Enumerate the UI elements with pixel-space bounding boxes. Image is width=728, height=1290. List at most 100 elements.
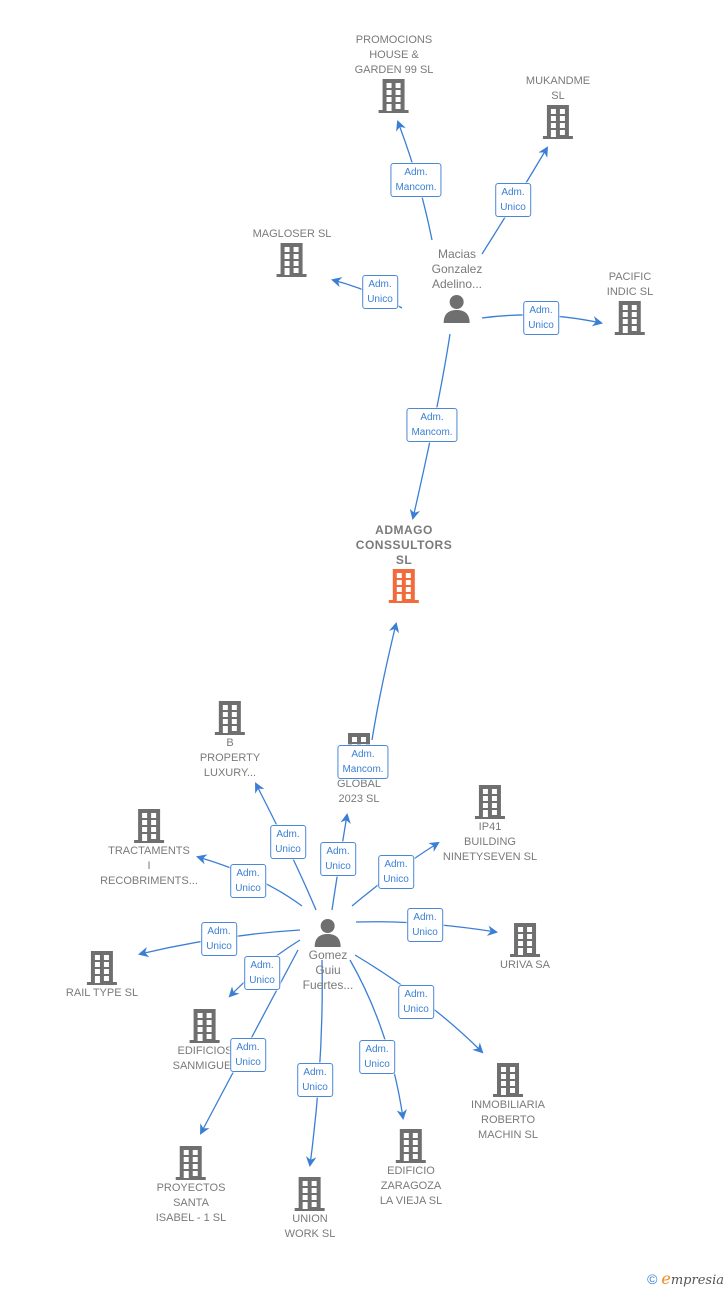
node-label-line: PACIFIC	[608, 271, 652, 283]
edge-label-union[interactable]: Adm. Unico	[297, 1063, 333, 1097]
node-label-line: WORK SL	[284, 1228, 336, 1240]
node-label: Macias Gonzalez Adelino...	[432, 247, 483, 292]
edge-label-global2023[interactable]: Adm. Unico	[320, 842, 356, 876]
node-label-line: EDIFICIOS	[177, 1045, 233, 1057]
node-label-line: EDIFICIO	[387, 1165, 435, 1177]
edge-label-pacific[interactable]: Adm. Unico	[523, 301, 559, 335]
company-node-zaragoza[interactable]: EDIFICIO ZARAGOZA LA VIEJA SL	[380, 1128, 442, 1209]
company-node-uriva[interactable]: URIVA SA	[500, 922, 550, 973]
edge-label-line: Unico	[403, 1004, 429, 1015]
company-node-bproperty[interactable]: B PROPERTY LUXURY...	[200, 700, 260, 781]
node-label-line: SL	[395, 553, 413, 567]
node-label-line: PROPERTY	[199, 752, 261, 764]
node-label: INMOBILIARIA ROBERTO MACHIN SL	[471, 1098, 545, 1143]
edge-label-line: Adm.	[303, 1067, 327, 1078]
person-node-gomez[interactable]: Gomez Guiu Fuertes...	[303, 916, 354, 993]
node-label-line: Macias	[437, 247, 477, 261]
building-icon	[66, 950, 138, 986]
company-node-pacific[interactable]: PACIFIC INDIC SL	[607, 270, 653, 336]
edge-label-edificios[interactable]: Adm. Unico	[244, 956, 280, 990]
node-label: PROYECTOS SANTA ISABEL - 1 SL	[156, 1181, 227, 1226]
edge-label-line: Unico	[325, 861, 351, 872]
company-node-ip41[interactable]: IP41 BUILDING NINETYSEVEN SL	[443, 784, 537, 865]
company-node-inmobiliaria[interactable]: INMOBILIARIA ROBERTO MACHIN SL	[471, 1062, 545, 1143]
node-label-line: Gomez	[308, 948, 348, 962]
edge-label-inmobiliaria[interactable]: Adm. Unico	[398, 985, 434, 1019]
node-label-line: MACHIN SL	[478, 1129, 538, 1141]
edge-label-line: Adm.	[250, 960, 274, 971]
company-node-edificios[interactable]: EDIFICIOS SANMIGUEL	[173, 1008, 238, 1074]
company-node-proyectos[interactable]: PROYECTOS SANTA ISABEL - 1 SL	[156, 1145, 227, 1226]
edge-label-admago[interactable]: Adm. Mancom.	[406, 408, 458, 442]
edge-label-magloser[interactable]: Adm. Unico	[362, 275, 398, 309]
edge-label-line: Unico	[206, 941, 232, 952]
edge-label-promocions[interactable]: Adm. Mancom.	[390, 163, 442, 197]
edge-label-admago[interactable]: Adm. Mancom.	[337, 745, 389, 779]
node-label-line: PROMOCIONS	[355, 34, 433, 46]
node-label-line: ZARAGOZA	[380, 1180, 442, 1192]
node-label-line: UNION	[292, 1213, 328, 1225]
building-icon	[380, 1128, 442, 1164]
person-icon	[303, 916, 354, 948]
node-label-line: I	[147, 860, 151, 872]
node-label: B PROPERTY LUXURY...	[200, 736, 260, 781]
edge-label-line: Adm.	[365, 1044, 389, 1055]
edge-label-line: Unico	[235, 883, 261, 894]
edge-label-mukandme[interactable]: Adm. Unico	[495, 183, 531, 217]
edge-label-line: Adm.	[420, 412, 444, 423]
node-label-line: URIVA SA	[500, 959, 550, 971]
edge-label-zaragoza[interactable]: Adm. Unico	[359, 1040, 395, 1074]
building-icon	[285, 1176, 336, 1212]
edge-label-line: Adm.	[404, 989, 428, 1000]
edge-label-ip41[interactable]: Adm. Unico	[378, 855, 414, 889]
node-label: PROMOCIONS HOUSE & GARDEN 99 SL	[355, 33, 434, 78]
building-icon	[607, 300, 653, 336]
node-label: MAGLOSER SL	[253, 227, 332, 242]
node-label-line: SL	[551, 90, 565, 102]
node-label-line: IP41	[478, 821, 502, 833]
node-label-line: PROYECTOS	[156, 1182, 226, 1194]
node-label: UNION WORK SL	[285, 1212, 336, 1242]
edge-label-line: Adm.	[236, 868, 260, 879]
edge-label-line: Unico	[235, 1057, 261, 1068]
footer-brand[interactable]: © empresia	[647, 1269, 724, 1288]
company-node-admago[interactable]: ADMAGO CONSSULTORS SL	[356, 523, 452, 604]
edge-label-line: Unico	[364, 1059, 390, 1070]
building-icon	[471, 1062, 545, 1098]
node-label: EDIFICIOS SANMIGUEL	[173, 1044, 238, 1074]
edge-label-tractaments[interactable]: Adm. Unico	[230, 864, 266, 898]
edge-label-uriva[interactable]: Adm. Unico	[407, 908, 443, 942]
edge-label-line: Adm.	[501, 187, 525, 198]
edge-label-proyectos[interactable]: Adm. Unico	[230, 1038, 266, 1072]
edge-label-line: Mancom.	[342, 764, 384, 775]
edge-label-line: Adm.	[351, 749, 375, 760]
node-label-line: GARDEN 99 SL	[354, 64, 434, 76]
node-label: Gomez Guiu Fuertes...	[303, 948, 354, 993]
node-label-line: RAIL TYPE SL	[65, 987, 139, 999]
edge-label-line: Unico	[275, 844, 301, 855]
person-node-macias[interactable]: Macias Gonzalez Adelino...	[432, 247, 483, 324]
company-node-mukandme[interactable]: MUKANDME SL	[526, 74, 590, 140]
building-icon	[356, 568, 452, 604]
copyright-icon: ©	[647, 1271, 658, 1287]
company-node-promocions[interactable]: PROMOCIONS HOUSE & GARDEN 99 SL	[355, 33, 434, 114]
node-label-line: LUXURY...	[203, 767, 257, 779]
node-label: TRACTAMENTS I RECOBRIMENTS...	[100, 844, 198, 889]
building-icon	[100, 808, 198, 844]
person-icon	[432, 292, 483, 324]
building-icon	[156, 1145, 227, 1181]
company-node-railtype[interactable]: RAIL TYPE SL	[66, 950, 138, 1001]
edge-label-line: Adm.	[384, 859, 408, 870]
edge-label-line: Adm.	[529, 305, 553, 316]
company-node-magloser[interactable]: MAGLOSER SL	[253, 227, 332, 278]
edge-label-bproperty[interactable]: Adm. Unico	[270, 825, 306, 859]
building-icon	[443, 784, 537, 820]
edge-label-railtype[interactable]: Adm. Unico	[201, 922, 237, 956]
node-label: RAIL TYPE SL	[66, 986, 138, 1001]
node-label-line: SANMIGUEL	[172, 1060, 238, 1072]
node-label: IP41 BUILDING NINETYSEVEN SL	[443, 820, 537, 865]
node-label-line: RECOBRIMENTS...	[100, 875, 198, 887]
edge-label-line: Unico	[249, 975, 275, 986]
company-node-union[interactable]: UNION WORK SL	[285, 1176, 336, 1242]
company-node-tractaments[interactable]: TRACTAMENTS I RECOBRIMENTS...	[100, 808, 198, 889]
